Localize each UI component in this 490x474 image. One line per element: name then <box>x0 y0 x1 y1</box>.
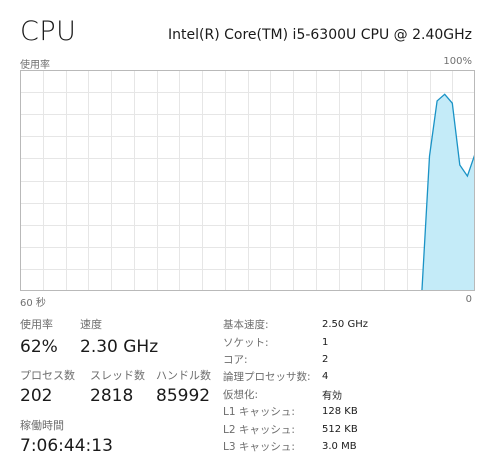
threads-label: スレッド数 <box>90 369 145 382</box>
processes-label: プロセス数 <box>20 369 75 382</box>
cpu-model-name: Intel(R) Core(TM) i5-6300U CPU @ 2.40GHz <box>168 27 472 43</box>
spec-row-l3-cache: L3 キャッシュ: 3.0 MB <box>223 438 368 455</box>
graph-time-span-label: 60 秒 <box>20 298 46 309</box>
spec-value: 128 KB <box>322 406 358 418</box>
graph-max-label: 100% <box>443 56 472 67</box>
spec-row-cores: コア: 2 <box>223 351 368 368</box>
spec-value: 1 <box>322 336 329 348</box>
spec-key: 基本速度: <box>223 319 269 332</box>
usage-value: 62% <box>20 337 58 357</box>
page-title: CPU <box>20 16 77 47</box>
spec-value: 4 <box>322 371 329 383</box>
cpu-graph-svg <box>20 70 475 291</box>
spec-key: ソケット: <box>223 336 269 349</box>
speed-label: 速度 <box>80 318 102 331</box>
spec-value: 有効 <box>322 390 342 402</box>
speed-value: 2.30 GHz <box>80 337 159 357</box>
spec-row-virtualization: 仮想化: 有効 <box>223 386 368 403</box>
uptime-label: 稼働時間 <box>20 419 64 432</box>
usage-label: 使用率 <box>20 318 53 331</box>
graph-grid <box>20 70 475 291</box>
handles-value: 85992 <box>156 386 211 406</box>
spec-key: L3 キャッシュ: <box>223 440 295 453</box>
spec-row-logical-processors: 論理プロセッサ数: 4 <box>223 368 368 385</box>
spec-key: 論理プロセッサ数: <box>223 371 311 384</box>
spec-row-l2-cache: L2 キャッシュ: 512 KB <box>223 420 368 437</box>
spec-row-sockets: ソケット: 1 <box>223 333 368 350</box>
spec-value: 2.50 GHz <box>322 319 368 331</box>
spec-key: コア: <box>223 353 248 366</box>
handles-label: ハンドル数 <box>156 369 211 382</box>
graph-utilization-label: 使用率 <box>20 60 50 71</box>
cpu-utilization-graph[interactable] <box>20 70 475 291</box>
threads-value: 2818 <box>90 386 134 406</box>
spec-row-l1-cache: L1 キャッシュ: 128 KB <box>223 403 368 420</box>
spec-value: 512 KB <box>322 423 358 435</box>
spec-key: L1 キャッシュ: <box>223 406 295 419</box>
spec-key: 仮想化: <box>223 388 259 401</box>
spec-key: L2 キャッシュ: <box>223 423 295 436</box>
spec-row-base-speed: 基本速度: 2.50 GHz <box>223 316 368 333</box>
cpu-spec-table: 基本速度: 2.50 GHz ソケット: 1 コア: 2 論理プロセッサ数: 4… <box>223 316 368 455</box>
processes-value: 202 <box>20 386 53 406</box>
graph-zero-label: 0 <box>465 294 472 305</box>
uptime-value: 7:06:44:13 <box>20 436 113 456</box>
spec-value: 3.0 MB <box>322 440 357 452</box>
spec-value: 2 <box>322 353 329 365</box>
